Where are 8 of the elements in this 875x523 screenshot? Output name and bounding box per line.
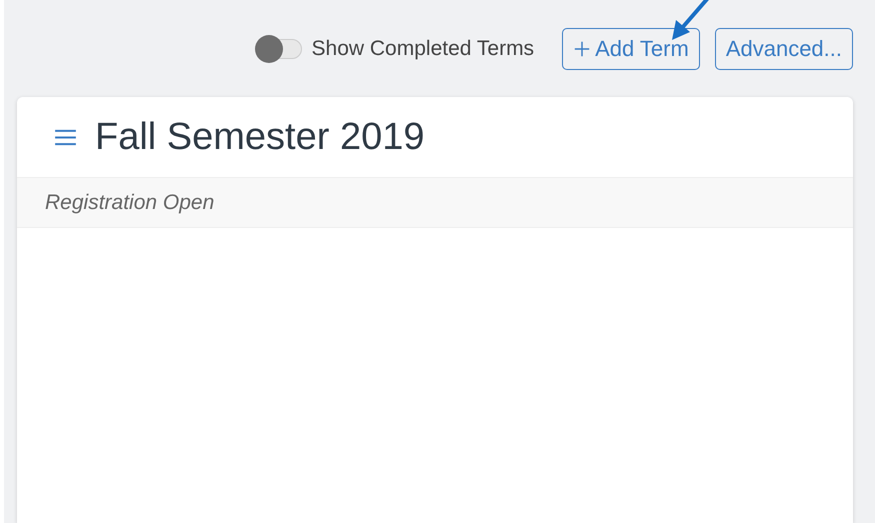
annotation-arrow [670,0,710,42]
advanced-button[interactable]: Advanced... [714,28,853,70]
add-term-button[interactable]: Add Term [562,28,700,70]
status-text: Registration Open [45,190,214,214]
term-title: Fall Semester 2019 [95,116,424,158]
menu-icon[interactable] [55,128,76,146]
toggle-label: Show Completed Terms [312,36,534,60]
plus-icon [573,40,592,58]
